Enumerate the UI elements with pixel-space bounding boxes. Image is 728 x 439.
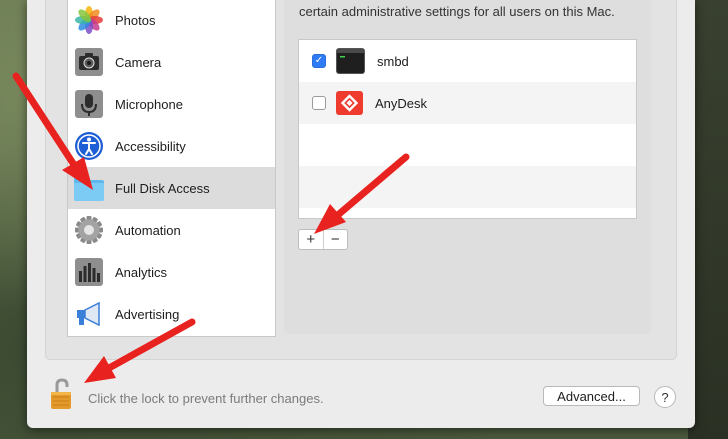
- photos-icon: [73, 4, 105, 36]
- app-name: smbd: [377, 53, 409, 69]
- sidebar-item-label: Camera: [115, 54, 162, 70]
- sidebar-item-accessibility[interactable]: Accessibility: [68, 125, 275, 167]
- sidebar-item-label: Microphone: [115, 96, 183, 112]
- sidebar-item-camera[interactable]: Camera: [68, 41, 275, 83]
- remove-app-button[interactable]: −: [324, 230, 348, 249]
- sidebar-item-analytics[interactable]: Analytics: [68, 251, 275, 293]
- add-app-button[interactable]: +: [299, 230, 324, 249]
- sidebar-item-label: Photos: [115, 12, 156, 28]
- list-item-empty: [299, 166, 636, 208]
- sidebar-item-label: Analytics: [115, 264, 168, 280]
- privacy-category-list[interactable]: Photos Camera Microphone Accessibility F…: [67, 0, 276, 337]
- app-list[interactable]: ✓ smbd AnyDesk: [298, 39, 637, 219]
- security-privacy-window: Photos Camera Microphone Accessibility F…: [27, 0, 695, 428]
- sidebar-item-label: Accessibility: [115, 138, 186, 154]
- microphone-icon: [73, 88, 105, 120]
- lock-status-text: Click the lock to prevent further change…: [88, 391, 324, 406]
- terminal-icon: [336, 48, 365, 74]
- anydesk-icon: [336, 91, 363, 115]
- sidebar-item-label: Advertising: [115, 306, 180, 322]
- accessibility-icon: [73, 130, 105, 162]
- help-button[interactable]: ?: [654, 386, 676, 408]
- sidebar-item-advertising[interactable]: Advertising: [68, 293, 275, 335]
- list-item-anydesk[interactable]: AnyDesk: [299, 82, 636, 124]
- sidebar-item-label: Full Disk Access: [115, 180, 210, 196]
- sidebar-item-microphone[interactable]: Microphone: [68, 83, 275, 125]
- anydesk-checkbox[interactable]: [312, 96, 326, 110]
- list-item-empty: [299, 124, 636, 166]
- panel-description: certain administrative settings for all …: [299, 4, 615, 19]
- add-remove-control: + −: [298, 229, 348, 250]
- folder-icon: [73, 172, 105, 204]
- advanced-button[interactable]: Advanced...: [543, 386, 640, 406]
- sidebar-item-photos[interactable]: Photos: [68, 0, 275, 41]
- list-item-smbd[interactable]: ✓ smbd: [299, 40, 636, 82]
- camera-icon: [73, 46, 105, 78]
- smbd-checkbox[interactable]: ✓: [312, 54, 326, 68]
- sidebar-item-automation[interactable]: Automation: [68, 209, 275, 251]
- megaphone-icon: [73, 298, 105, 330]
- gear-icon: [73, 214, 105, 246]
- lock-icon[interactable]: [49, 378, 73, 410]
- sidebar-item-full-disk-access[interactable]: Full Disk Access: [68, 167, 275, 209]
- analytics-icon: [73, 256, 105, 288]
- sidebar-item-label: Automation: [115, 222, 181, 238]
- app-name: AnyDesk: [375, 95, 428, 111]
